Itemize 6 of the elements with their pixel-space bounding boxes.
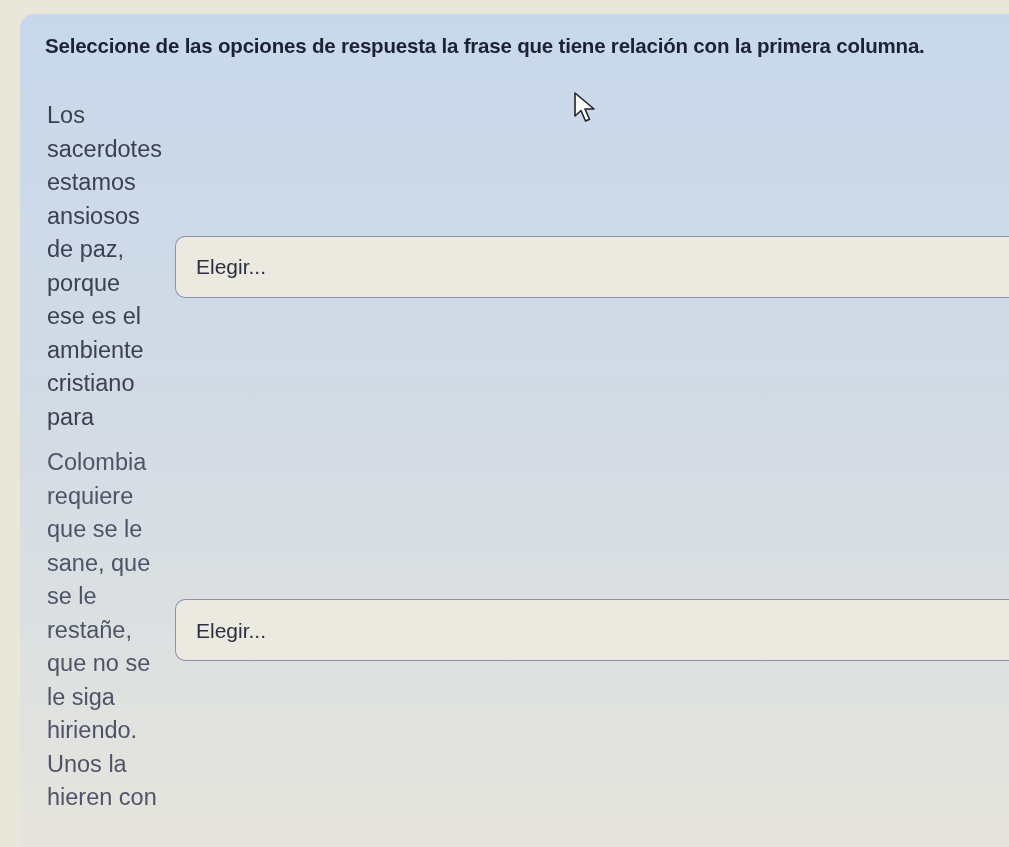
question-text: Los sacerdotes estamos ansiosos de paz, porque ese es el ambiente cristiano para [46,101,163,432]
instruction-text: Seleccione de las opciones de respuesta la frase que tiene relación con la primera columna. [45,35,926,57]
answer-select[interactable]: Elegir... [175,235,1009,298]
question-text: Colombia requiere que se le sane, que se le restañe, que no se le siga hiriendo. Unos la hieren con [46,448,158,812]
answer-select[interactable]: Elegir... [175,599,1009,662]
mouse-pointer-icon [574,92,596,122]
